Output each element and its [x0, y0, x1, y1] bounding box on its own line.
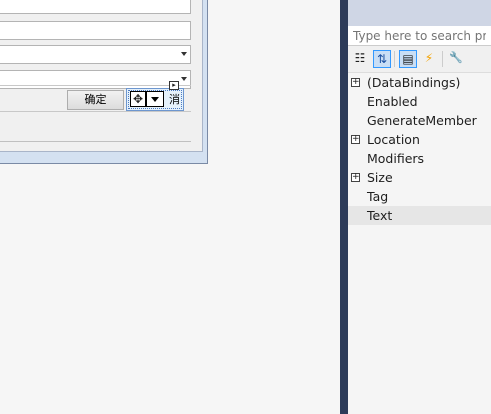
text-field-2[interactable]: [0, 21, 191, 40]
properties-panel: ☷ ⇅ ▤ ⚡ 🔧 + (DataBindings) Enabled Gener…: [348, 0, 491, 414]
toolbar-separator: [442, 51, 443, 67]
property-row-enabled[interactable]: Enabled: [348, 92, 491, 111]
ok-button[interactable]: 确定: [67, 90, 124, 110]
sort-az-icon[interactable]: ⇅: [373, 50, 391, 68]
property-name: Location: [367, 132, 420, 147]
property-name: Tag: [367, 189, 389, 204]
property-name: GenerateMember: [367, 113, 477, 128]
property-row-tag[interactable]: Tag: [348, 187, 491, 206]
property-name: (DataBindings): [367, 75, 461, 90]
chevron-down-icon[interactable]: [181, 77, 187, 81]
expand-plus-icon[interactable]: +: [351, 78, 360, 87]
move-handle-icon[interactable]: ✥: [130, 91, 146, 107]
control-dropdown-icon[interactable]: [146, 91, 164, 107]
categorized-icon[interactable]: ☷: [351, 50, 369, 68]
properties-toolbar: ☷ ⇅ ▤ ⚡ 🔧: [348, 46, 491, 73]
chevron-down-icon[interactable]: [181, 52, 187, 56]
form-client-area: 确定 消 ✥ ▸: [0, 0, 203, 152]
property-row-modifiers[interactable]: Modifiers: [348, 149, 491, 168]
expand-plus-icon[interactable]: +: [351, 173, 360, 182]
lightning-icon[interactable]: ⚡: [420, 50, 438, 68]
property-name: Text: [367, 208, 393, 223]
form-window[interactable]: 确定 消 ✥ ▸: [0, 0, 208, 164]
toolbar-separator: [394, 51, 395, 67]
object-selector-bar[interactable]: [348, 0, 491, 26]
property-row-databindings[interactable]: + (DataBindings): [348, 73, 491, 92]
property-grid: + (DataBindings) Enabled GenerateMember …: [348, 73, 491, 225]
combo-box-1[interactable]: [0, 45, 191, 64]
properties-window: ☷ ⇅ ▤ ⚡ 🔧 + (DataBindings) Enabled Gener…: [340, 0, 491, 414]
property-name: Size: [367, 170, 393, 185]
smart-tag-icon[interactable]: ▸: [169, 81, 179, 90]
property-row-generatemember[interactable]: GenerateMember: [348, 111, 491, 130]
text-field-1[interactable]: [0, 0, 191, 14]
property-row-text[interactable]: Text: [348, 206, 491, 225]
property-row-size[interactable]: + Size: [348, 168, 491, 187]
form-designer-surface[interactable]: 确定 消 ✥ ▸: [0, 0, 344, 414]
properties-icon[interactable]: ▤: [399, 50, 417, 68]
wrench-icon[interactable]: 🔧: [447, 50, 465, 68]
property-name: Modifiers: [367, 151, 425, 166]
property-row-location[interactable]: + Location: [348, 130, 491, 149]
property-name: Enabled: [367, 94, 418, 109]
expand-plus-icon[interactable]: +: [351, 135, 360, 144]
divider: [0, 141, 191, 142]
search-properties-input[interactable]: [348, 26, 491, 46]
